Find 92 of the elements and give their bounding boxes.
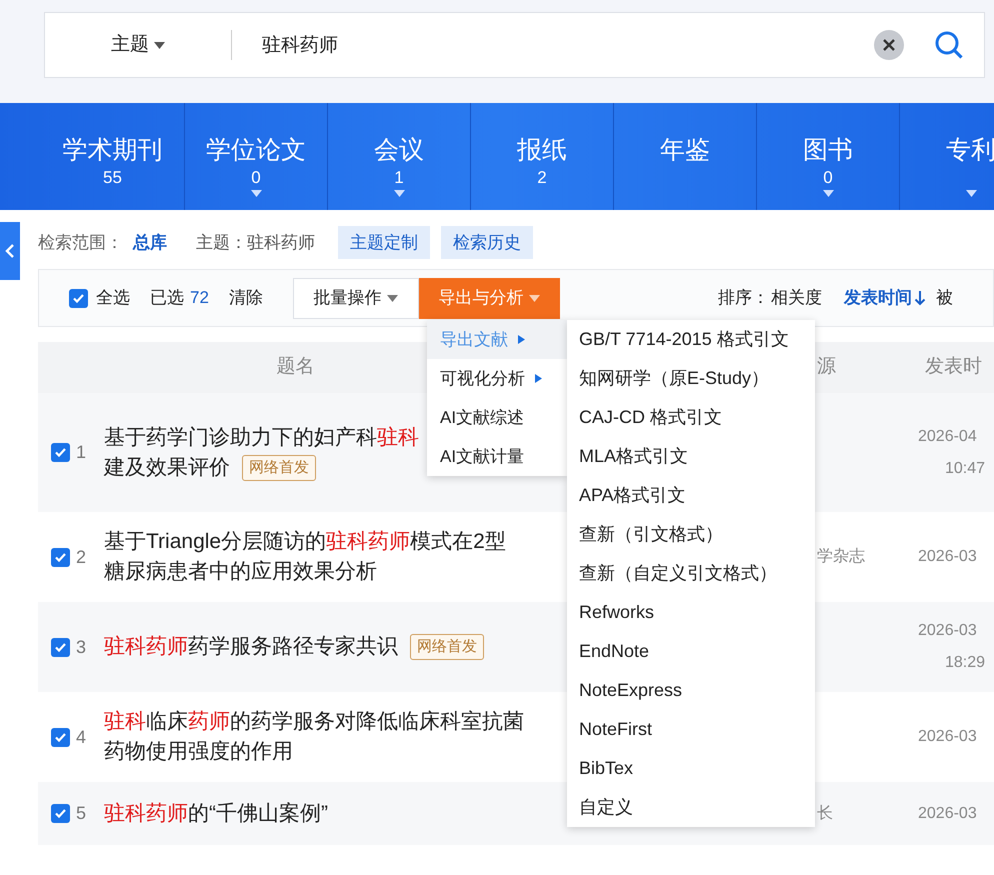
checkmark-icon [54,550,67,564]
menu-item[interactable]: NoteExpress [567,671,815,710]
sort-option[interactable]: 被 [936,285,953,311]
menu-item[interactable]: 可视化分析 [427,359,567,398]
menu-item[interactable]: EndNote [567,632,815,671]
expand-caret-icon [250,190,262,197]
scope-value[interactable]: 总库 [133,230,167,256]
submenu-arrow-icon [518,335,525,344]
checkbox[interactable] [51,804,70,823]
search-field[interactable]: 驻科药师 [262,25,874,65]
row-number: 1 [76,441,86,464]
collapse-tab[interactable] [0,222,20,280]
row-number: 3 [76,636,86,658]
date-text: 2026-03 [918,547,978,567]
clear-icon[interactable] [874,30,904,60]
article-title[interactable]: 基于Triangle分层随访的驻科药师模式在2型 [104,527,506,557]
expand-caret-icon [822,190,834,197]
menu-item[interactable]: GB/T 7714-2015 格式引文 [567,320,815,359]
online-first-badge: 网络首发 [242,454,316,480]
database-tab[interactable]: 学术期刊 55 [62,133,162,189]
database-tab[interactable]: 学位论文 0 [206,133,306,197]
menu-item[interactable]: 查新（自定义引文格式） [567,554,815,593]
sort-label: 排序： [718,287,769,310]
menu-item[interactable]: APA格式引文 [567,476,815,515]
date-text: 2026-04 [918,426,978,446]
column-header: 发表时 [925,355,982,380]
arrow-down-icon [914,290,926,306]
scope-button[interactable]: 检索历史 [441,226,533,259]
menu-item[interactable]: BibTex [567,749,815,788]
article-title[interactable]: 驻科药师药学服务路径专家共识 [104,632,398,662]
menu-item[interactable]: AI文献综述 [427,398,567,437]
menu-item[interactable]: Refworks [567,593,815,632]
checkmark-icon [54,446,67,459]
checkbox[interactable] [51,443,70,462]
topic-text: 主题：驻科药师 [196,232,315,254]
row-number: 5 [76,802,86,825]
column-header: 题名 [276,355,314,380]
time-text: 18:29 [945,653,986,673]
field-selector[interactable]: 主题 [111,30,165,60]
database-tab[interactable]: 报纸 2 [517,133,567,189]
article-title[interactable]: 驻科药师的“千佛山案例” [104,798,328,828]
menu-item[interactable]: MLA格式引文 [567,437,815,476]
article-title[interactable]: 基于药学门诊助力下的妇产科驻科 [104,422,419,452]
expand-caret-icon [966,190,976,197]
checkbox[interactable] [51,638,70,656]
article-title[interactable]: 糖尿病患者中的应用效果分析 [104,557,377,587]
caret-icon [387,294,398,302]
expand-caret-icon [394,190,404,197]
article-title[interactable]: 建及效果评价 [104,452,230,482]
menu-item[interactable]: 知网研学（原E-Study） [567,359,815,398]
select-all-label[interactable]: 全选 [96,285,130,311]
caret-icon [529,294,540,302]
submenu-arrow-icon [535,374,542,383]
article-title[interactable]: 驻科临床药师的药学服务对降低临床科室抗菌 [104,707,524,737]
database-tab[interactable]: 图书 0 [803,133,853,197]
menu-item[interactable]: 自定义 [567,788,815,827]
search-icon[interactable] [934,30,964,60]
source-text[interactable]: 学杂志 [817,548,865,565]
database-tab[interactable]: 会议 1 [374,133,424,197]
menu-item[interactable]: CAJ-CD 格式引文 [567,398,815,437]
date-text: 2026-03 [918,621,978,641]
sort-option[interactable]: 发表时间 [844,285,926,311]
checkmark-icon [54,807,67,820]
checkbox[interactable] [51,548,70,566]
article-title[interactable]: 药物使用强度的作用 [104,737,293,767]
clear-link[interactable]: 清除 [228,285,263,311]
chevron-left-icon [5,243,15,259]
checkmark-icon [72,292,85,304]
row-number: 4 [76,726,86,748]
menu-item[interactable]: 查新（引文格式） [567,515,815,554]
date-text: 2026-03 [918,804,978,824]
search-box[interactable]: 主题 驻科药师 [44,12,985,78]
caret-icon [154,42,165,48]
online-first-badge: 网络首发 [410,634,484,660]
menu-item[interactable]: NoteFirst [567,710,815,749]
selected-label: 已选 [150,287,184,310]
scope-button[interactable]: 主题定制 [338,226,430,259]
checkbox[interactable] [51,728,70,746]
checkbox[interactable] [69,288,88,308]
date-text: 2026-03 [918,727,978,747]
column-header: 源 [817,355,836,380]
scope-label: 检索范围： [38,232,123,254]
checkmark-icon [54,730,67,744]
time-text: 10:47 [945,458,986,478]
batch-button[interactable]: 批量操作 [292,278,419,318]
sort-option[interactable]: 相关度 [770,285,822,311]
row-number: 2 [76,546,86,568]
database-tab[interactable]: 专利 [946,133,994,197]
database-tab[interactable]: 年鉴 [660,133,710,167]
selected-count: 72 [190,287,209,310]
checkmark-icon [54,640,67,654]
menu-item[interactable]: AI文献计量 [427,437,567,476]
